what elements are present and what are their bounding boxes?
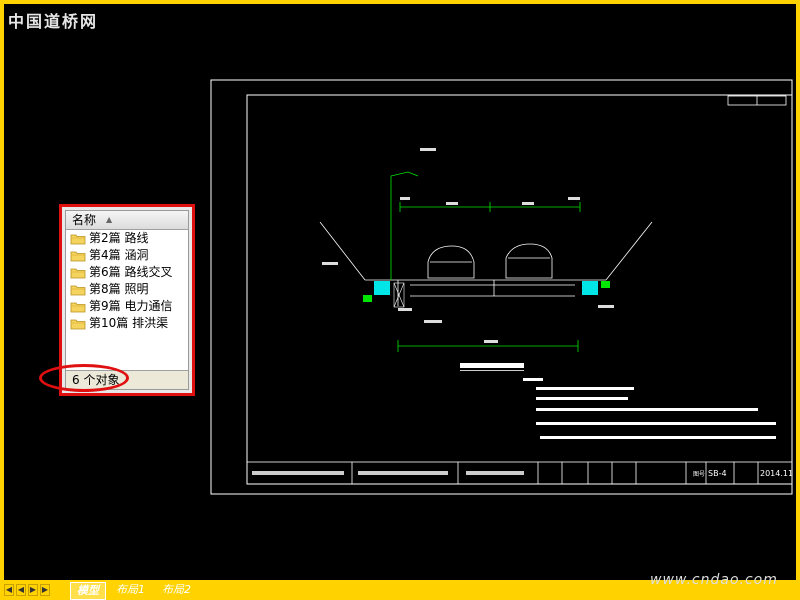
sheet-number: SB-4 xyxy=(708,469,727,478)
tab-layout1[interactable]: 布局1 xyxy=(110,582,151,598)
list-item-label: 第4篇 涵洞 xyxy=(89,248,149,262)
sort-up-icon: ▲ xyxy=(106,215,113,224)
tab-model[interactable]: 模型 xyxy=(70,582,106,600)
tab-layout2[interactable]: 布局2 xyxy=(156,582,197,598)
utility-box-right xyxy=(582,281,598,295)
prev-tab-button[interactable]: ◀ xyxy=(16,584,26,596)
list-item-label: 第2篇 路线 xyxy=(89,231,149,245)
drawing-notes xyxy=(460,363,776,439)
folder-icon xyxy=(70,318,86,330)
list-item-label: 第9篇 电力通信 xyxy=(89,299,173,313)
drawing-date: 2014.11 xyxy=(760,469,793,478)
column-header-name[interactable]: 名称 ▲ xyxy=(66,211,188,230)
last-tab-button[interactable]: ▶ xyxy=(40,584,50,596)
folder-icon xyxy=(70,233,86,245)
list-item[interactable]: 第10篇 排洪渠 xyxy=(66,315,188,332)
folder-icon xyxy=(70,250,86,262)
folder-icon xyxy=(70,301,86,313)
list-item[interactable]: 第2篇 路线 xyxy=(66,230,188,247)
list-item[interactable]: 第6篇 路线交叉 xyxy=(66,264,188,281)
column-header-label: 名称 xyxy=(72,213,97,227)
first-tab-button[interactable]: ◀ xyxy=(4,584,14,596)
highlight-ellipse xyxy=(39,364,129,392)
site-watermark: www.cndao.com xyxy=(650,572,778,588)
list-item-label: 第6篇 路线交叉 xyxy=(89,265,173,279)
drawing-border xyxy=(246,94,793,485)
list-item[interactable]: 第4篇 涵洞 xyxy=(66,247,188,264)
list-item[interactable]: 第9篇 电力通信 xyxy=(66,298,188,315)
file-list-pane: 名称 ▲ 第2篇 路线 第4篇 涵洞第6篇 路线交叉 第8篇 照明第9篇 电力通信第… xyxy=(65,210,189,390)
folder-icon xyxy=(70,267,86,279)
next-tab-button[interactable]: ▶ xyxy=(28,584,38,596)
list-item[interactable]: 第8篇 照明 xyxy=(66,281,188,298)
list-item-label: 第10篇 排洪渠 xyxy=(89,316,169,330)
marker-left xyxy=(363,295,372,302)
folder-icon xyxy=(70,284,86,296)
paper-sheet xyxy=(210,79,793,495)
sheet-no-label: 图号 xyxy=(693,471,705,478)
road-cross-section xyxy=(319,171,653,352)
marker-right xyxy=(601,281,610,288)
list-item-label: 第8篇 照明 xyxy=(89,282,149,296)
utility-box-left xyxy=(374,281,390,295)
